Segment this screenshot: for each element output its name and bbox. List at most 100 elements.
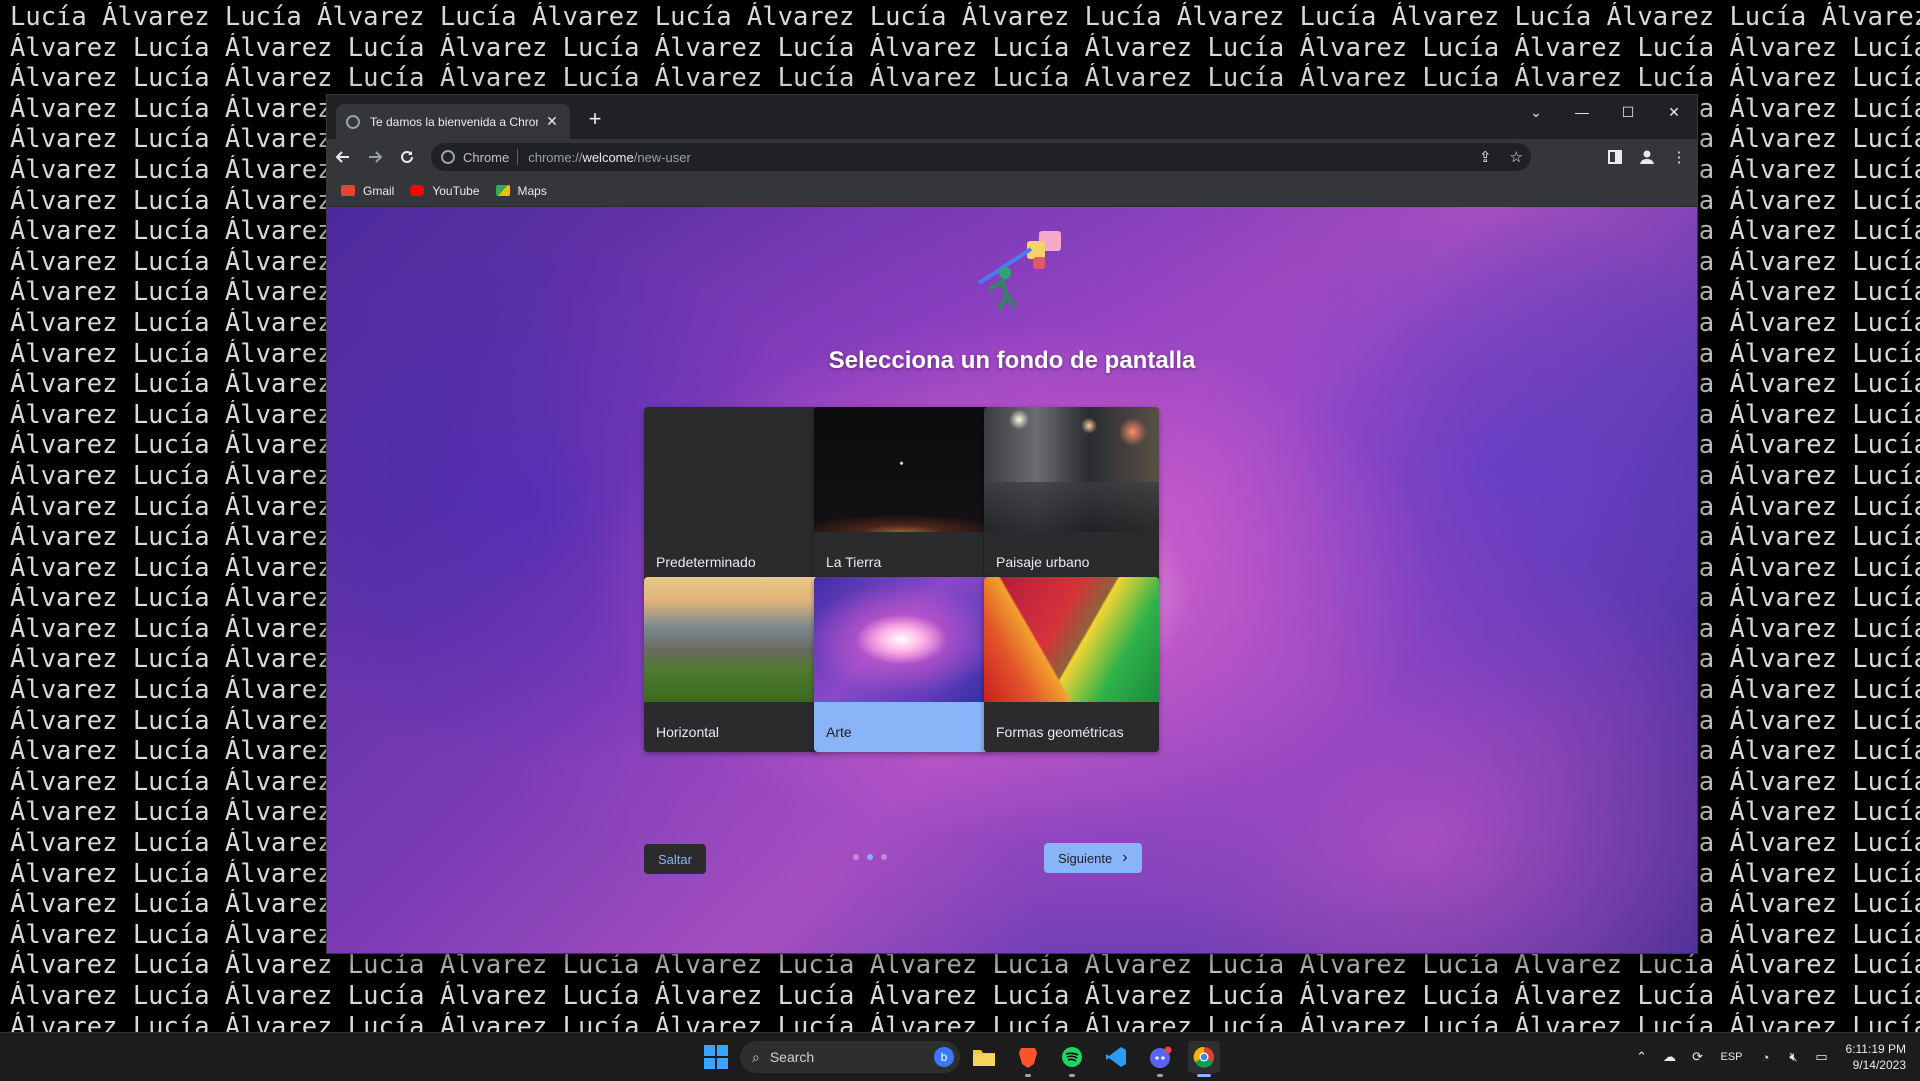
vscode-logo-icon <box>1106 1047 1126 1067</box>
system-tray: ⌃ ☁ ⟳ ESP ◔ 🔇︎ ▭ 6:11:19 PM 9/14/2023 <box>1628 1033 1920 1081</box>
new-tab-button[interactable]: + <box>583 107 607 131</box>
close-tab-icon[interactable]: ✕ <box>544 113 560 130</box>
share-icon[interactable]: ⇪ <box>1479 148 1492 166</box>
background-thumbnail <box>984 577 1159 702</box>
back-button[interactable] <box>327 141 359 173</box>
chrome-favicon-icon <box>346 114 360 129</box>
reload-button[interactable] <box>391 141 423 173</box>
bookmark-label: Gmail <box>363 183 395 198</box>
maps-icon <box>495 185 510 196</box>
url-path: /new-user <box>633 149 691 165</box>
menu-kebab-icon[interactable]: ⋮ <box>1669 147 1689 167</box>
background-thumbnail <box>644 577 819 702</box>
background-option-label: Predeterminado <box>644 532 819 582</box>
close-window-button[interactable]: ✕ <box>1651 95 1697 129</box>
clock[interactable]: 6:11:19 PM 9/14/2023 <box>1836 1041 1920 1073</box>
running-indicator <box>1025 1074 1031 1077</box>
page-title: Selecciona un fondo de pantalla <box>828 347 1196 374</box>
search-placeholder: Search <box>769 1049 815 1065</box>
background-thumbnail <box>644 407 819 533</box>
file-explorer-icon[interactable] <box>968 1041 1000 1073</box>
youtube-icon <box>410 185 425 196</box>
wallpaper-line: Lucía Álvarez Lucía Álvarez Lucía Álvare… <box>10 2 1920 32</box>
sync-icon[interactable]: ⟳ <box>1684 1049 1712 1065</box>
windows-logo-quad <box>704 1058 715 1069</box>
omnibox-separator <box>517 149 519 165</box>
discord-icon[interactable] <box>1144 1041 1176 1077</box>
omnibox-actions: ⇪ ☆ <box>1479 148 1523 166</box>
skip-button[interactable]: Saltar <box>644 844 706 874</box>
start-button[interactable] <box>704 1045 728 1069</box>
url-host: welcome <box>582 149 634 165</box>
windows-logo-quad <box>717 1058 728 1069</box>
search-icon: ⌕ <box>752 1048 760 1065</box>
background-option-landscape[interactable]: Horizontal <box>644 577 819 752</box>
gmail-icon <box>341 185 355 196</box>
background-option-label: Formas geométricas <box>984 702 1159 752</box>
background-option-geometric[interactable]: Formas geométricas <box>984 577 1159 752</box>
back-arrow-icon <box>335 151 349 163</box>
bookmarks-bar: Gmail YouTube Maps <box>327 175 1697 207</box>
spotify-icon[interactable] <box>1056 1041 1088 1077</box>
background-thumbnail <box>814 407 989 532</box>
vscode-icon[interactable] <box>1100 1041 1132 1073</box>
bookmark-star-icon[interactable]: ☆ <box>1510 148 1523 166</box>
forward-button[interactable] <box>359 141 391 173</box>
step-indicator <box>853 854 887 860</box>
background-option-art[interactable]: Arte <box>814 577 989 752</box>
wallpaper-line: Álvarez Lucía Álvarez Lucía Álvarez Lucí… <box>10 63 1920 94</box>
bookmark-youtube[interactable]: YouTube <box>410 184 480 198</box>
taskbar-search[interactable]: ⌕ Search b <box>740 1041 960 1073</box>
step-dot <box>853 854 859 860</box>
next-button[interactable]: Siguiente › <box>1044 843 1142 873</box>
chevron-right-icon: › <box>1122 849 1128 866</box>
maximize-button[interactable]: ☐ <box>1605 95 1651 129</box>
clock-date: 9/14/2023 <box>1852 1058 1906 1072</box>
wallpaper-line: Álvarez Lucía Álvarez Lucía Álvarez Lucí… <box>10 1011 1920 1032</box>
bookmark-gmail[interactable]: Gmail <box>341 184 394 198</box>
chevron-up-icon[interactable]: ⌃ <box>1628 1049 1656 1065</box>
bookmark-label: Maps <box>517 183 547 198</box>
step-dot-active <box>867 854 873 860</box>
origin-label: Chrome <box>463 149 510 165</box>
clock-time: 6:11:19 PM <box>1845 1042 1906 1056</box>
background-option-default[interactable]: Predeterminado <box>644 407 819 582</box>
background-option-cityscape[interactable]: Paisaje urbano <box>984 407 1159 582</box>
windows-logo-quad <box>717 1045 728 1056</box>
reload-icon <box>401 150 413 163</box>
background-option-label: Paisaje urbano <box>984 532 1159 582</box>
background-option-label: La Tierra <box>814 532 989 582</box>
brave-icon[interactable] <box>1012 1041 1044 1077</box>
person-icon <box>1640 150 1654 164</box>
wallpaper-line: Álvarez Lucía Álvarez Lucía Álvarez Lucí… <box>10 950 1920 981</box>
chrome-site-icon[interactable] <box>441 150 455 164</box>
wallpaper-line: Álvarez Lucía Álvarez Lucía Álvarez Lucí… <box>10 981 1920 1011</box>
windows-logo-quad <box>704 1045 715 1056</box>
running-indicator <box>1197 1074 1211 1077</box>
volume-muted-icon[interactable]: 🔇︎ <box>1780 1049 1808 1065</box>
toolbar-actions: ⋮ <box>1605 139 1689 175</box>
discord-logo-icon <box>1150 1046 1172 1068</box>
running-indicator <box>1157 1074 1163 1077</box>
bookmark-maps[interactable]: Maps <box>495 183 547 198</box>
tab-search-icon[interactable]: ⌄ <box>1513 95 1559 129</box>
background-option-earth[interactable]: La Tierra <box>814 407 989 582</box>
url-scheme: chrome:// <box>528 149 583 165</box>
profile-avatar-icon[interactable] <box>1637 147 1657 167</box>
tab-welcome[interactable]: Te damos la bienvenida a Chrome ✕ <box>336 104 570 139</box>
language-indicator[interactable]: ESP <box>1712 1051 1752 1063</box>
painter-illustration-icon <box>977 231 1061 310</box>
address-bar[interactable]: Chrome chrome://welcome/new-user ⇪ ☆ <box>431 143 1531 171</box>
folder-icon <box>973 1050 995 1066</box>
wifi-icon[interactable]: ◔ <box>1752 1050 1780 1065</box>
next-button-label: Siguiente <box>1058 850 1113 866</box>
onedrive-icon[interactable]: ☁ <box>1656 1049 1684 1065</box>
chrome-window: Te damos la bienvenida a Chrome ✕ + ⌄ — … <box>327 95 1697 953</box>
chrome-icon[interactable] <box>1188 1041 1220 1077</box>
spotify-logo-icon <box>1062 1047 1082 1067</box>
minimize-button[interactable]: — <box>1559 95 1605 129</box>
background-thumbnail <box>814 577 989 702</box>
bing-icon[interactable]: b <box>934 1047 954 1067</box>
battery-icon[interactable]: ▭ <box>1808 1049 1836 1065</box>
side-panel-icon[interactable] <box>1605 147 1625 167</box>
